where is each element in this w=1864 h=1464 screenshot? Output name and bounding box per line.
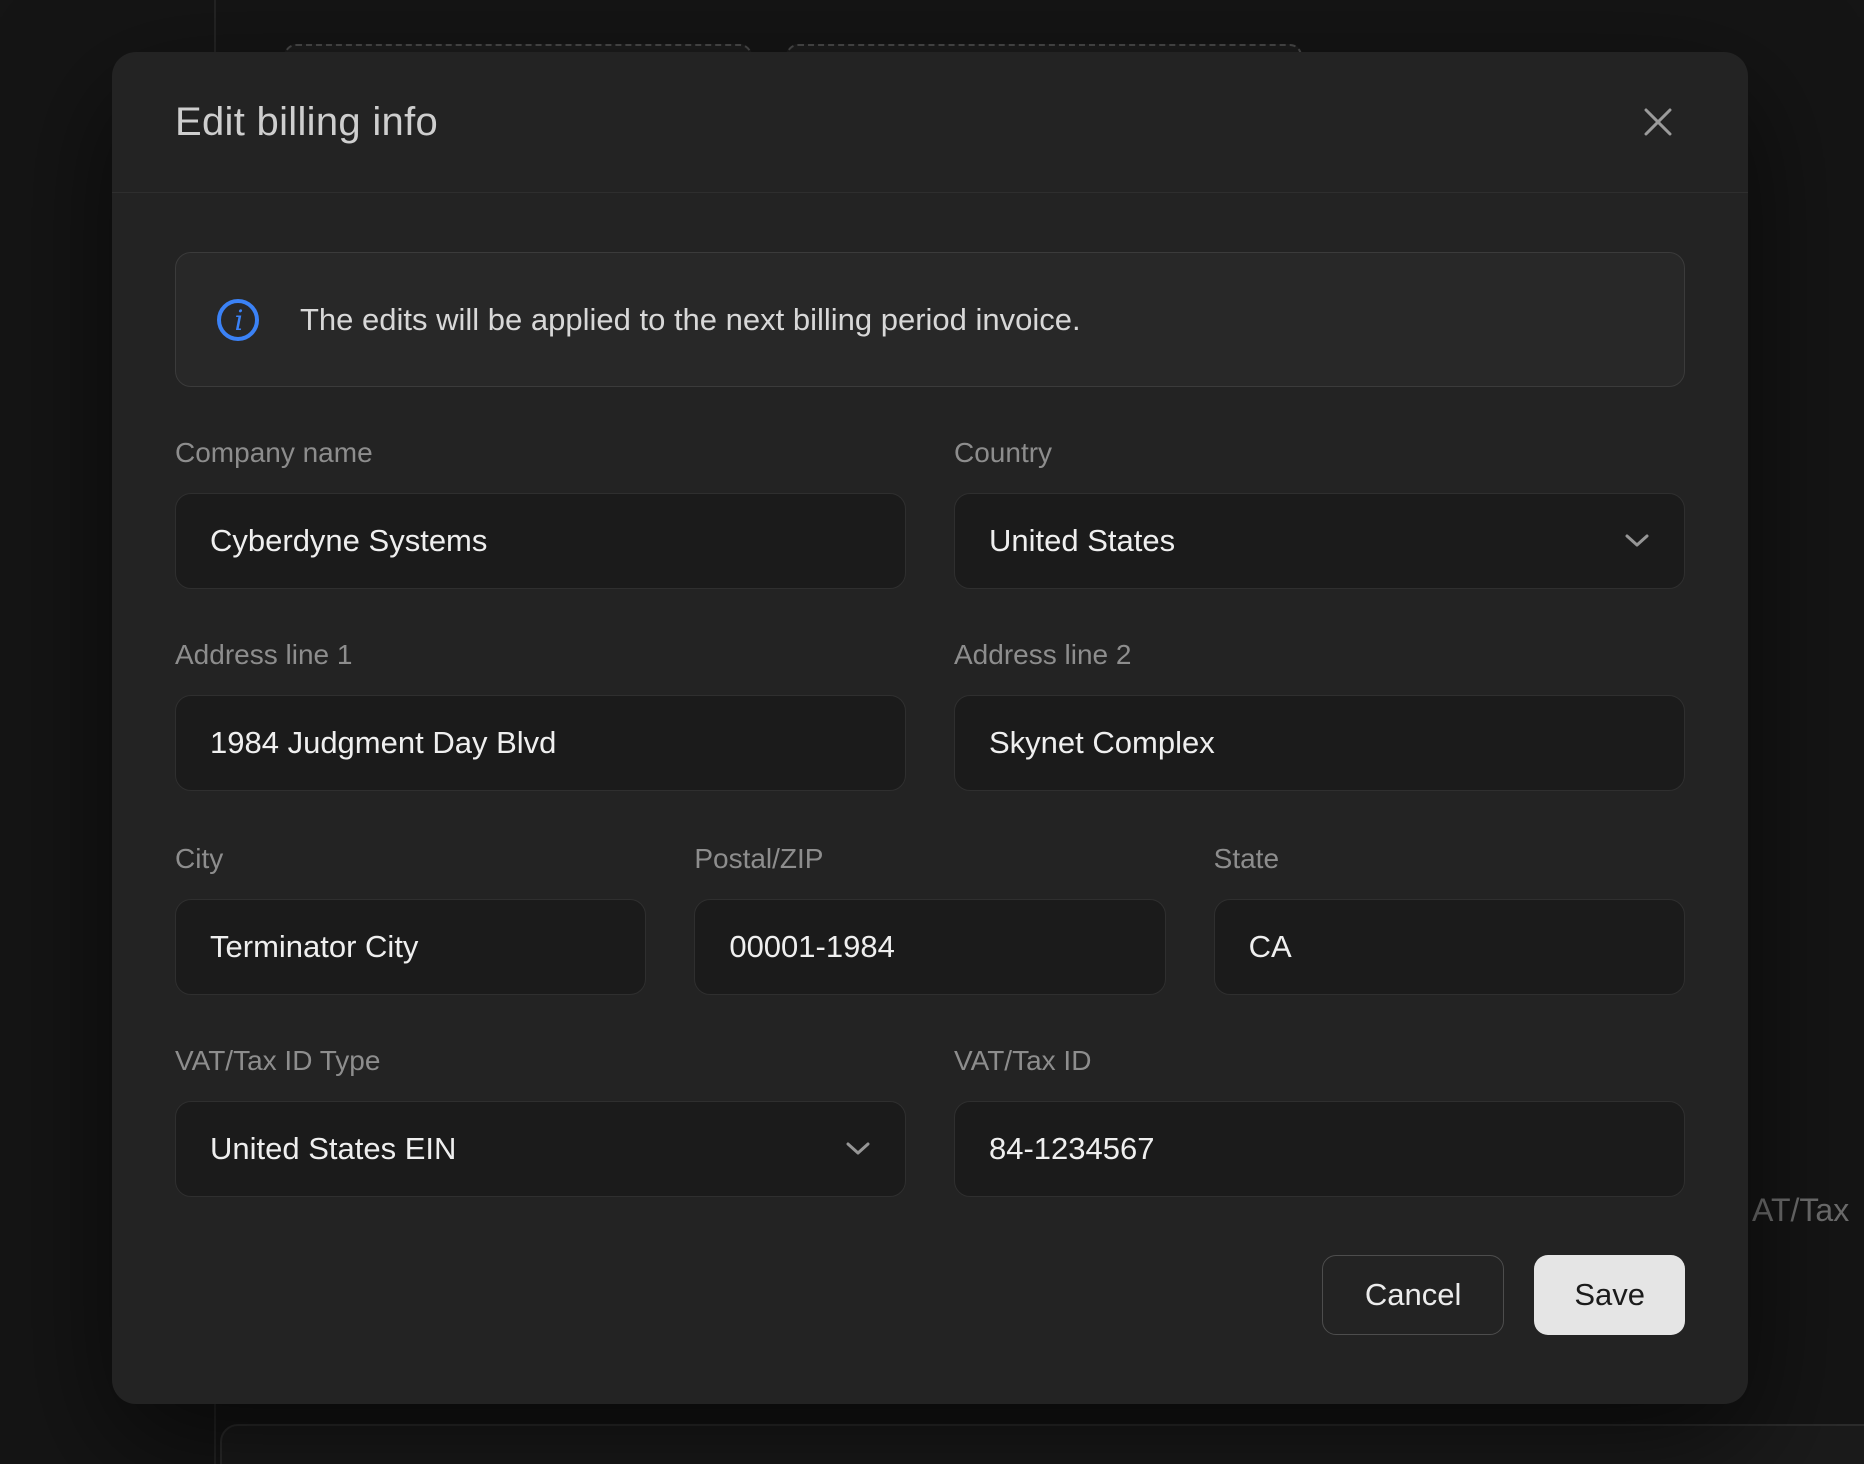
address2-input[interactable] (954, 695, 1685, 791)
chevron-down-icon (1624, 533, 1650, 549)
field-address1: Address line 1 (175, 639, 906, 791)
field-company-name: Company name (175, 437, 906, 589)
chevron-down-icon (845, 1141, 871, 1157)
modal-header: Edit billing info (112, 52, 1748, 193)
vat-type-select[interactable]: United States EIN (175, 1101, 906, 1197)
state-label: State (1214, 843, 1685, 875)
field-vat-type: VAT/Tax ID Type United States EIN (175, 1045, 906, 1197)
postal-input[interactable] (694, 899, 1165, 995)
info-banner: i The edits will be applied to the next … (175, 252, 1685, 387)
close-icon (1638, 102, 1678, 142)
company-name-input[interactable] (175, 493, 906, 589)
field-city: City (175, 843, 646, 995)
modal-title: Edit billing info (175, 100, 438, 145)
vat-id-input[interactable] (954, 1101, 1685, 1197)
address2-label: Address line 2 (954, 639, 1685, 671)
save-button[interactable]: Save (1534, 1255, 1685, 1335)
field-state: State (1214, 843, 1685, 995)
address1-label: Address line 1 (175, 639, 906, 671)
modal-footer: Cancel Save (175, 1255, 1685, 1335)
postal-label: Postal/ZIP (694, 843, 1165, 875)
background-bottom-card-edge (220, 1424, 1864, 1464)
address1-input[interactable] (175, 695, 906, 791)
field-vat-id: VAT/Tax ID (954, 1045, 1685, 1197)
svg-text:i: i (235, 304, 244, 337)
country-select-value: United States (989, 523, 1175, 559)
company-name-label: Company name (175, 437, 906, 469)
country-select[interactable]: United States (954, 493, 1685, 589)
info-icon: i (216, 298, 260, 342)
field-postal: Postal/ZIP (694, 843, 1165, 995)
background-partial-text: AT/Tax (1752, 1192, 1849, 1229)
vat-type-label: VAT/Tax ID Type (175, 1045, 906, 1077)
vat-type-select-value: United States EIN (210, 1131, 456, 1167)
modal-body: i The edits will be applied to the next … (112, 252, 1748, 1335)
state-input[interactable] (1214, 899, 1685, 995)
field-address2: Address line 2 (954, 639, 1685, 791)
city-input[interactable] (175, 899, 646, 995)
city-label: City (175, 843, 646, 875)
close-button[interactable] (1626, 90, 1690, 154)
country-label: Country (954, 437, 1685, 469)
field-country: Country United States (954, 437, 1685, 589)
edit-billing-modal: Edit billing info i The edits will be ap… (112, 52, 1748, 1404)
info-banner-text: The edits will be applied to the next bi… (300, 302, 1081, 338)
vat-id-label: VAT/Tax ID (954, 1045, 1685, 1077)
cancel-button[interactable]: Cancel (1322, 1255, 1505, 1335)
